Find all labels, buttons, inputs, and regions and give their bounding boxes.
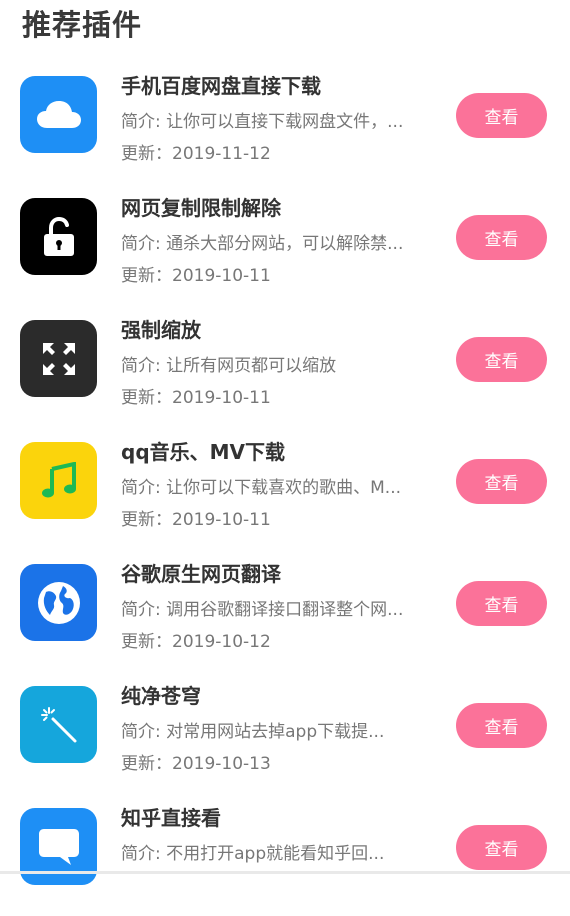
plugin-desc: 简介: 调用谷歌翻译接口翻译整个网... <box>121 600 404 620</box>
view-button[interactable]: 查看 <box>456 93 547 138</box>
expand-arrows-icon <box>20 320 97 397</box>
view-button[interactable]: 查看 <box>456 703 547 748</box>
view-button[interactable]: 查看 <box>456 581 547 626</box>
plugin-item-qq-music[interactable]: qq音乐、MV下载 简介: 让你可以下载喜欢的歌曲、M... 更新：2019-1… <box>0 428 570 550</box>
plugin-item-pure-sky[interactable]: 纯净苍穹 简介: 对常用网站去掉app下载提... 更新：2019-10-13 … <box>0 672 570 794</box>
plugin-desc: 简介: 通杀大部分网站，可以解除禁... <box>121 234 404 254</box>
plugin-desc: 简介: 不用打开app就能看知乎回... <box>121 844 385 864</box>
view-button[interactable]: 查看 <box>456 825 547 870</box>
plugin-desc: 简介: 让所有网页都可以缩放 <box>121 356 337 376</box>
plugin-date: 更新：2019-10-11 <box>121 510 271 530</box>
plugin-item-google-translate[interactable]: 谷歌原生网页翻译 简介: 调用谷歌翻译接口翻译整个网... 更新：2019-10… <box>0 550 570 672</box>
plugin-date: 更新：2019-10-13 <box>121 754 271 774</box>
plugin-name: 纯净苍穹 <box>121 684 201 708</box>
plugin-desc: 简介: 对常用网站去掉app下载提... <box>121 722 385 742</box>
view-button[interactable]: 查看 <box>456 459 547 504</box>
plugin-item-zhihu[interactable]: 知乎直接看 简介: 不用打开app就能看知乎回... 查看 <box>0 794 570 916</box>
plugin-date: 更新：2019-10-11 <box>121 388 271 408</box>
plugin-name: 谷歌原生网页翻译 <box>121 562 281 586</box>
plugin-date: 更新：2019-11-12 <box>121 144 271 164</box>
unlock-icon <box>20 198 97 275</box>
plugin-date: 更新：2019-10-11 <box>121 266 271 286</box>
plugin-item-copy-unlock[interactable]: 网页复制限制解除 简介: 通杀大部分网站，可以解除禁... 更新：2019-10… <box>0 184 570 306</box>
view-button[interactable]: 查看 <box>456 215 547 260</box>
plugin-name: 强制缩放 <box>121 318 201 342</box>
plugin-name: 网页复制限制解除 <box>121 196 281 220</box>
globe-icon <box>20 564 97 641</box>
plugin-item-baidu-pan[interactable]: 手机百度网盘直接下载 简介: 让你可以直接下载网盘文件，... 更新：2019-… <box>0 62 570 184</box>
cloud-icon <box>20 76 97 153</box>
plugin-date: 更新：2019-10-12 <box>121 632 271 652</box>
magic-wand-icon <box>20 686 97 763</box>
plugin-name: qq音乐、MV下载 <box>121 440 286 464</box>
plugin-item-force-zoom[interactable]: 强制缩放 简介: 让所有网页都可以缩放 更新：2019-10-11 查看 <box>0 306 570 428</box>
view-button[interactable]: 查看 <box>456 337 547 382</box>
plugin-name: 知乎直接看 <box>121 806 221 830</box>
plugin-name: 手机百度网盘直接下载 <box>121 74 321 98</box>
plugin-desc: 简介: 让你可以下载喜欢的歌曲、M... <box>121 478 402 498</box>
plugin-desc: 简介: 让你可以直接下载网盘文件，... <box>121 112 404 132</box>
music-note-icon <box>20 442 97 519</box>
page-title: 推荐插件 <box>22 8 143 42</box>
